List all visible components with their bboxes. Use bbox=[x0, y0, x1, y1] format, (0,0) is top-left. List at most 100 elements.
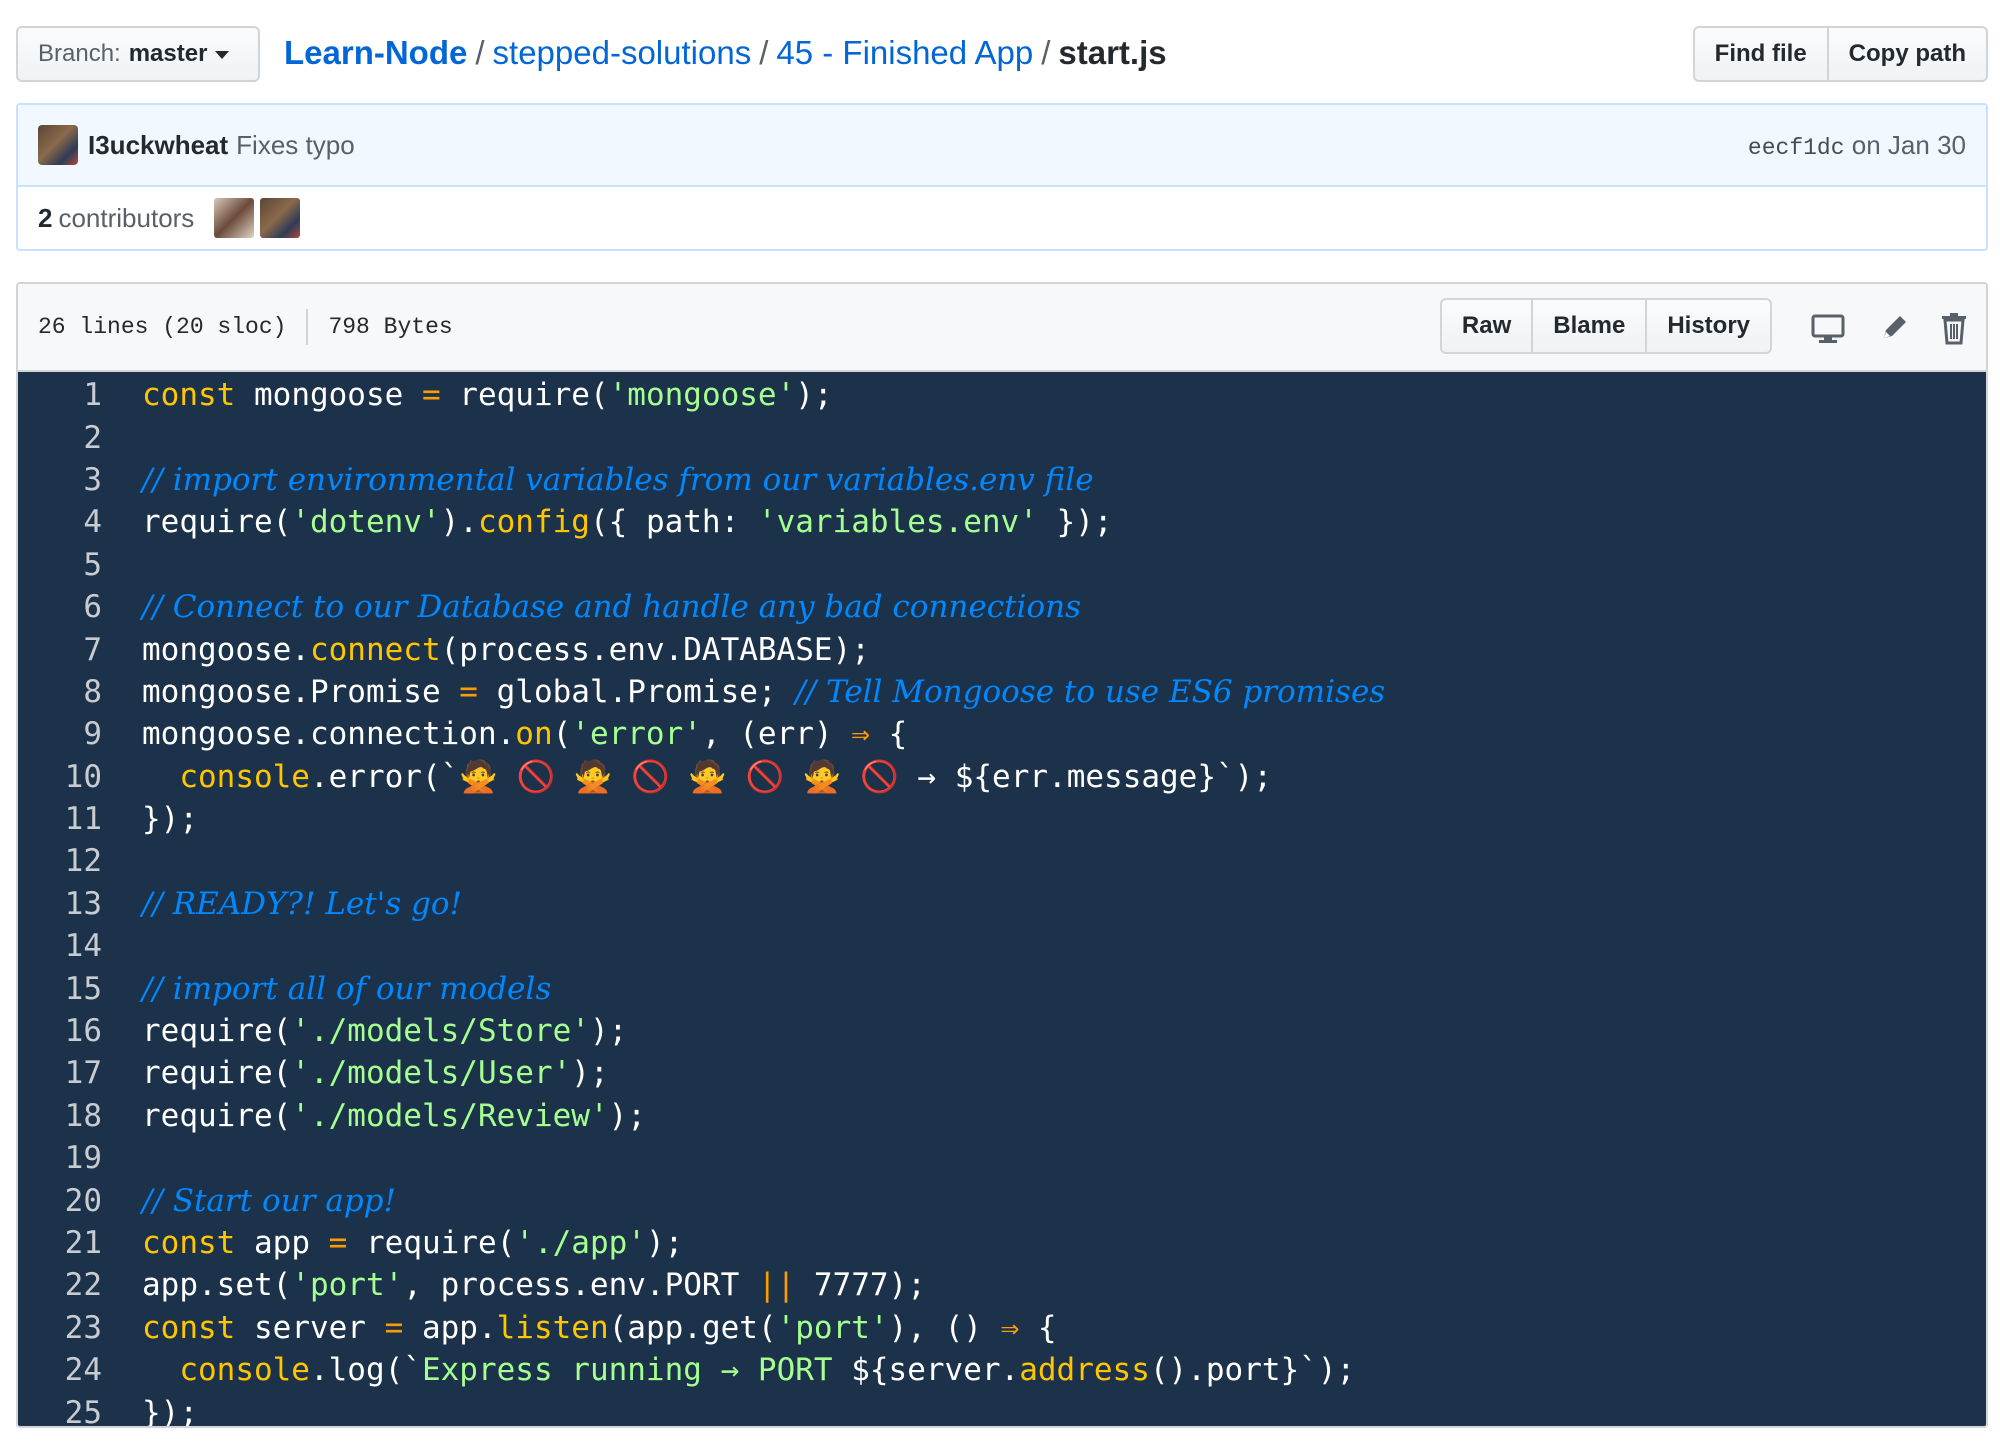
history-button[interactable]: History bbox=[1647, 300, 1770, 352]
code-token: : bbox=[720, 504, 758, 541]
code-token: 7777); bbox=[795, 1267, 926, 1304]
code-token: = bbox=[384, 1309, 404, 1346]
desktop-icon[interactable] bbox=[1810, 310, 1846, 346]
line-number[interactable]: 24 bbox=[18, 1352, 142, 1388]
code-token: const bbox=[142, 1225, 236, 1261]
code-line: 4 require('dotenv').config({ path: 'varia… bbox=[18, 501, 1986, 543]
line-number[interactable]: 17 bbox=[18, 1055, 142, 1091]
breadcrumb-dir-link[interactable]: 45 - Finished App bbox=[776, 34, 1033, 71]
copy-path-button[interactable]: Copy path bbox=[1829, 28, 1986, 80]
code-token: mongoose. bbox=[142, 631, 310, 668]
line-number[interactable]: 22 bbox=[18, 1267, 142, 1303]
commit-message-link[interactable]: Fixes typo bbox=[236, 130, 355, 161]
code-token: (process.env.DATABASE); bbox=[440, 631, 870, 668]
code-line: 25}); bbox=[18, 1391, 1986, 1428]
code-line: 1 const mongoose = require('mongoose'); bbox=[18, 374, 1986, 416]
line-number[interactable]: 13 bbox=[18, 886, 142, 922]
line-number[interactable]: 10 bbox=[18, 759, 142, 795]
code-token: require( bbox=[142, 1097, 292, 1134]
code-token: ); bbox=[608, 1097, 646, 1134]
line-number[interactable]: 2 bbox=[18, 420, 142, 456]
code-token: './models/User' bbox=[291, 1055, 572, 1092]
code-token: require( bbox=[440, 377, 609, 414]
code-line: 5 bbox=[18, 544, 1986, 586]
commit-date: on Jan 30 bbox=[1851, 129, 1966, 160]
breadcrumb-repo-link[interactable]: Learn-Node bbox=[284, 34, 467, 71]
code-line: 11}); bbox=[18, 798, 1986, 840]
line-number[interactable]: 9 bbox=[18, 716, 142, 752]
line-number[interactable]: 25 bbox=[18, 1395, 142, 1426]
code-token: 'port' bbox=[291, 1267, 404, 1304]
code-token: mongoose.connection. bbox=[142, 716, 516, 753]
line-number[interactable]: 18 bbox=[18, 1098, 142, 1134]
file-actions-group: Raw Blame History bbox=[1439, 298, 1772, 354]
avatar[interactable] bbox=[260, 198, 301, 238]
line-number[interactable]: 1 bbox=[18, 377, 142, 413]
line-number[interactable]: 8 bbox=[18, 674, 142, 710]
avatar[interactable] bbox=[38, 125, 78, 165]
breadcrumb-file: start.js bbox=[1058, 34, 1167, 71]
code-comment: // READY?! Let's go! bbox=[142, 885, 462, 922]
code-token: }); bbox=[142, 1394, 198, 1428]
code-token: ). bbox=[440, 504, 478, 541]
file-navigation: Branch: master Learn-Node / stepped-soluti… bbox=[16, 26, 1988, 84]
line-number[interactable]: 16 bbox=[18, 1013, 142, 1049]
code-token: mongoose bbox=[235, 377, 422, 414]
code-line: 22 app.set('port', process.env.PORT || 77… bbox=[18, 1264, 1986, 1306]
contributors[interactable]: 2 contributors bbox=[18, 187, 1986, 249]
trash-icon[interactable] bbox=[1936, 310, 1972, 346]
code-line: 20// Start our app! bbox=[18, 1179, 1986, 1221]
code-token: || bbox=[757, 1267, 796, 1304]
commit-author-link[interactable]: I3uckwheat bbox=[88, 130, 228, 161]
line-number[interactable]: 12 bbox=[18, 843, 142, 879]
line-number[interactable]: 5 bbox=[18, 547, 142, 583]
file-viewer: 26 lines (20 sloc) 798 Bytes Raw Blame H… bbox=[16, 282, 1988, 1428]
line-number[interactable]: 20 bbox=[18, 1183, 142, 1219]
code-token: path bbox=[645, 504, 721, 541]
contributors-count: 2 bbox=[38, 202, 53, 233]
code-token: { bbox=[1019, 1309, 1057, 1346]
branch-prefix: Branch: bbox=[38, 40, 121, 67]
branch-select-button[interactable]: Branch: master bbox=[16, 26, 260, 82]
blame-button[interactable]: Blame bbox=[1533, 300, 1648, 352]
code-token: config bbox=[477, 504, 590, 541]
file-lines-info: 26 lines (20 sloc) bbox=[38, 314, 287, 340]
code-comment: // Connect to our Database and handle an… bbox=[142, 589, 1081, 626]
avatar[interactable] bbox=[214, 198, 255, 238]
line-number[interactable]: 19 bbox=[18, 1140, 142, 1176]
line-number[interactable]: 23 bbox=[18, 1310, 142, 1346]
line-number[interactable]: 15 bbox=[18, 971, 142, 1007]
code-line: 3// import environmental variables from … bbox=[18, 459, 1986, 501]
line-number[interactable]: 11 bbox=[18, 801, 142, 837]
branch-name: master bbox=[128, 40, 208, 67]
code-token: const bbox=[142, 1309, 236, 1346]
line-number[interactable]: 6 bbox=[18, 589, 142, 625]
line-number[interactable]: 14 bbox=[18, 928, 142, 964]
commit-meta: eecf1dc on Jan 30 bbox=[1748, 130, 1966, 161]
raw-button[interactable]: Raw bbox=[1442, 300, 1534, 352]
contributors-label: contributors bbox=[58, 202, 195, 233]
breadcrumb-dir-link[interactable]: stepped-solutions bbox=[493, 34, 752, 71]
commit-sha-link[interactable]: eecf1dc bbox=[1748, 135, 1845, 161]
file-header: 26 lines (20 sloc) 798 Bytes Raw Blame H… bbox=[18, 284, 1986, 372]
code-token: .log(` bbox=[309, 1352, 422, 1389]
code-token: mongoose.Promise bbox=[142, 673, 460, 710]
code-token: Express running → PORT bbox=[421, 1352, 852, 1389]
line-number[interactable]: 3 bbox=[18, 462, 142, 498]
code-token: console bbox=[179, 759, 310, 796]
line-number[interactable]: 21 bbox=[18, 1225, 142, 1261]
code-token: ( bbox=[552, 716, 572, 753]
file-size: 798 Bytes bbox=[328, 314, 453, 340]
line-number[interactable]: 4 bbox=[18, 504, 142, 540]
code-line: 17 require('./models/User'); bbox=[18, 1052, 1986, 1094]
code-token: ), () bbox=[888, 1309, 1001, 1346]
code-token: ().port}`); bbox=[1149, 1352, 1356, 1389]
code-line: 21 const app = require('./app'); bbox=[18, 1222, 1986, 1264]
code-line: 2 bbox=[18, 416, 1986, 458]
code-token: listen bbox=[496, 1309, 609, 1346]
line-number[interactable]: 7 bbox=[18, 632, 142, 668]
code-token: { bbox=[869, 716, 908, 753]
find-file-button[interactable]: Find file bbox=[1695, 28, 1829, 80]
pencil-icon[interactable] bbox=[1876, 310, 1912, 346]
